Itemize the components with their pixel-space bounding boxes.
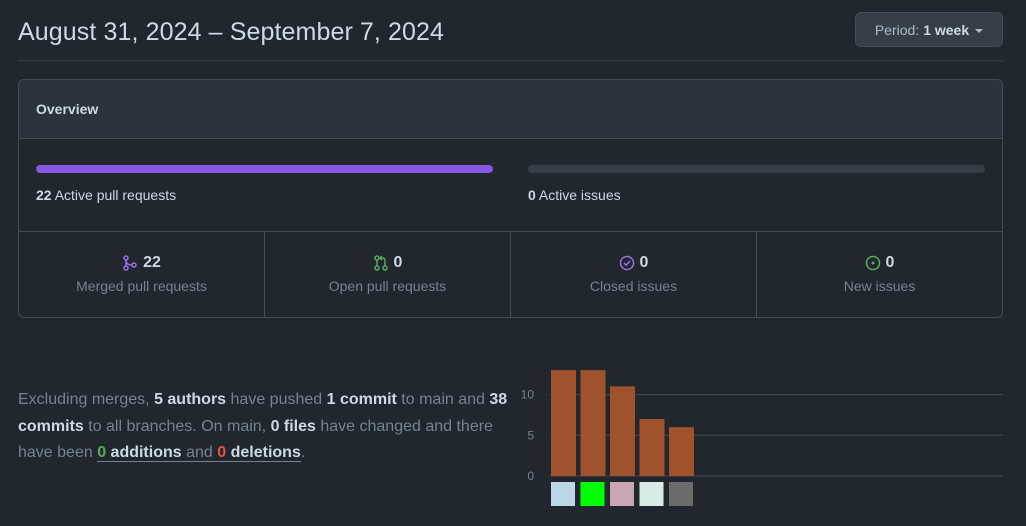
y-tick-label: 5 <box>527 428 534 442</box>
files-changed-count: 0 files <box>270 417 316 435</box>
y-tick-label: 0 <box>527 469 534 483</box>
author-avatar[interactable] <box>551 482 575 506</box>
activity-bars: 22 Active pull requests 0 Active issues <box>19 139 1002 232</box>
issue-opened-icon <box>865 255 880 271</box>
stats-row: 22 Merged pull requests 0 Open pull requ… <box>19 232 1002 317</box>
active-issues-progress <box>528 165 985 173</box>
period-prefix: Period: <box>874 21 920 38</box>
commits-by-author-chart: 0 5 10 <box>512 362 1004 512</box>
bar[interactable] <box>551 370 576 476</box>
stat-open-prs[interactable]: 0 Open pull requests <box>265 232 511 317</box>
bar[interactable] <box>669 427 694 476</box>
caret-down-icon <box>975 28 984 33</box>
page-header: August 31, 2024 – September 7, 2024 Peri… <box>18 0 1003 61</box>
author-avatar[interactable] <box>669 482 693 506</box>
bar[interactable] <box>580 370 606 476</box>
main-commit-count: 1 commit <box>326 391 397 408</box>
git-merge-icon <box>123 255 137 271</box>
bar[interactable] <box>610 386 635 476</box>
overview-box: Overview 22 Active pull requests 0 Activ… <box>18 79 1003 318</box>
date-range-title: August 31, 2024 – September 7, 2024 <box>18 18 445 46</box>
stat-merged-prs[interactable]: 22 Merged pull requests <box>19 232 265 317</box>
commit-summary: Excluding merges, 5 authors have pushed … <box>18 391 508 462</box>
authors-count: 5 authors <box>154 391 227 408</box>
overview-header: Overview <box>19 80 1002 139</box>
closed-issues-label: Closed issues <box>589 278 678 294</box>
new-issues-label: New issues <box>843 278 916 294</box>
active-issues-block[interactable]: 0 Active issues <box>528 165 985 203</box>
author-avatar[interactable] <box>580 482 605 506</box>
open-prs-label: Open pull requests <box>328 278 447 294</box>
additions-deletions-link[interactable]: 0 additions and 0 deletions <box>97 444 301 462</box>
active-prs-block[interactable]: 22 Active pull requests <box>36 165 493 203</box>
merged-prs-label: Merged pull requests <box>76 278 207 294</box>
active-prs-progress <box>36 165 493 173</box>
stat-new-issues[interactable]: 0 New issues <box>757 232 1002 317</box>
issue-closed-icon <box>619 255 634 271</box>
merged-prs-value: 22 <box>143 254 161 271</box>
closed-issues-value: 0 <box>639 254 649 271</box>
author-avatar[interactable] <box>610 482 634 506</box>
active-issues-count: 0 <box>528 187 536 203</box>
y-tick-label: 10 <box>521 388 535 402</box>
overview-title: Overview <box>36 101 99 117</box>
bar[interactable] <box>639 419 665 476</box>
new-issues-value: 0 <box>885 254 895 271</box>
open-prs-value: 0 <box>393 254 403 271</box>
stat-closed-issues[interactable]: 0 Closed issues <box>511 232 757 317</box>
additions-count: 0 <box>97 444 107 461</box>
period-value: 1 week <box>923 21 970 38</box>
deletions-count: 0 <box>217 444 227 461</box>
author-avatar[interactable] <box>639 482 664 506</box>
git-pull-request-icon <box>373 255 388 271</box>
active-issues-label: Active issues <box>538 187 621 203</box>
chart-svg: 0 5 10 <box>521 370 1003 506</box>
active-prs-count: 22 <box>36 187 52 203</box>
active-prs-progress-fill <box>36 165 493 173</box>
period-dropdown-button[interactable]: Period: 1 week <box>855 12 1003 47</box>
active-prs-label: Active pull requests <box>54 187 177 203</box>
